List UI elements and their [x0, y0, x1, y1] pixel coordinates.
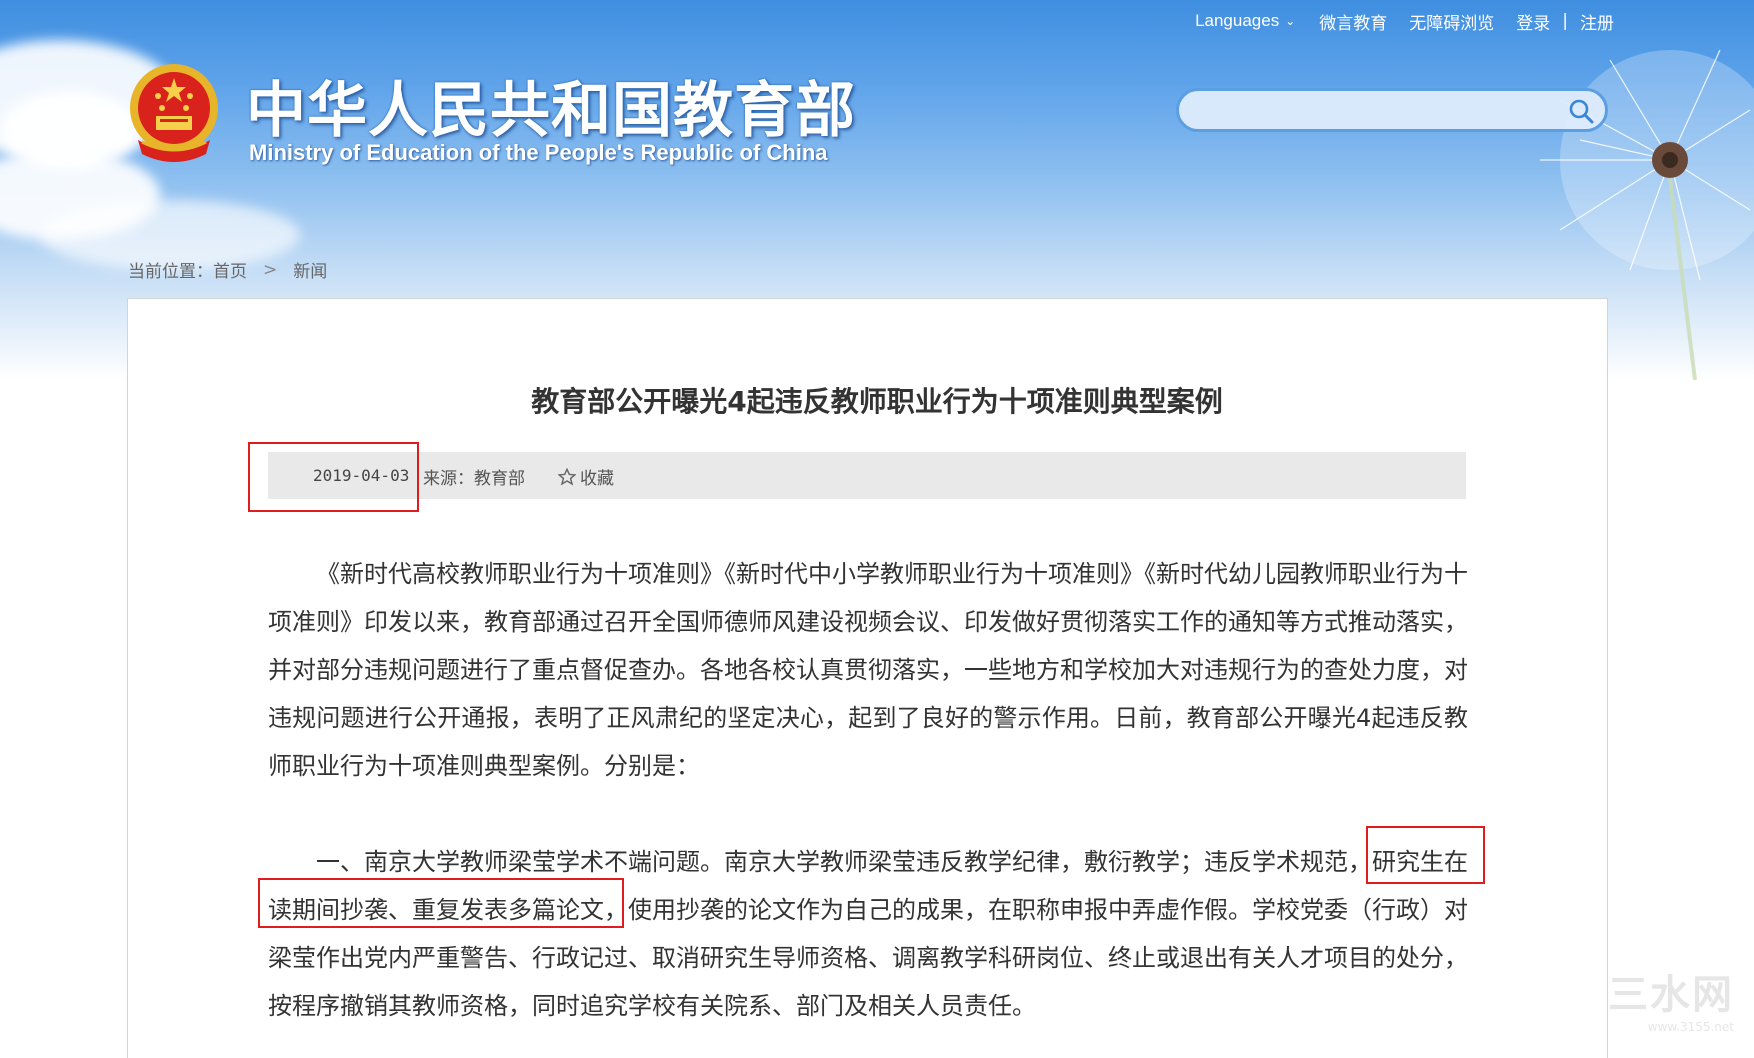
breadcrumb-arrow: >	[263, 259, 278, 280]
search-icon[interactable]	[1567, 97, 1595, 125]
article-paragraph-2: 一、南京大学教师梁莹学术不端问题。南京大学教师梁莹违反教学纪律，敷衍教学；违反学…	[268, 848, 1468, 1020]
breadcrumb-prefix: 当前位置：	[128, 262, 213, 282]
accessible-browse-link[interactable]: 无障碍浏览	[1409, 9, 1494, 34]
breadcrumb-home-link[interactable]: 首页	[213, 257, 247, 282]
site-title-en: Ministry of Education of the People's Re…	[249, 140, 828, 165]
article-source: 来源：教育部	[423, 469, 525, 489]
link-separator: |	[1562, 11, 1568, 31]
chevron-down-icon[interactable]: ⌄	[1285, 14, 1295, 28]
breadcrumb: 当前位置： 首页 > 新闻	[128, 257, 327, 283]
weiyan-education-link[interactable]: 微言教育	[1319, 9, 1387, 34]
watermark-main: 三水网	[1608, 972, 1734, 1018]
highlight-box-text-2	[258, 878, 624, 928]
watermark: 三水网 www.3155.net	[1608, 962, 1734, 1034]
national-emblem-icon	[130, 64, 218, 162]
site-title-cn: 中华人民共和国教育部	[246, 76, 856, 146]
highlight-box-text-1	[1366, 826, 1485, 884]
search-input[interactable]	[1197, 97, 1561, 125]
register-link[interactable]: 注册	[1580, 9, 1614, 34]
favorite-label: 收藏	[580, 469, 614, 489]
watermark-sub: www.3155.net	[1647, 1020, 1734, 1034]
login-link[interactable]: 登录	[1516, 9, 1550, 34]
star-icon	[558, 467, 576, 486]
languages-link[interactable]: Languages	[1195, 11, 1279, 31]
favorite-button[interactable]: 收藏	[558, 464, 614, 489]
breadcrumb-news-link[interactable]: 新闻	[293, 257, 327, 282]
article-paragraph-1: 《新时代高校教师职业行为十项准则》《新时代中小学教师职业行为十项准则》《新时代幼…	[268, 560, 1468, 780]
top-links: Languages ⌄ 微言教育 无障碍浏览 登录 | 注册	[1195, 9, 1614, 34]
search-box	[1176, 88, 1608, 132]
highlight-box-date	[248, 442, 419, 512]
article-title: 教育部公开曝光4起违反教师职业行为十项准则典型案例	[531, 385, 1223, 418]
